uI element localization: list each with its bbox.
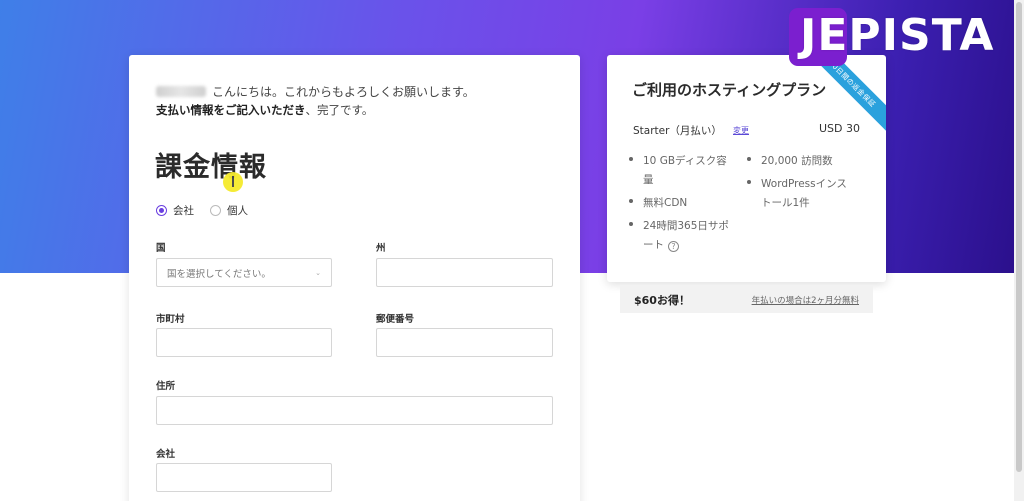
- logo: JEPISTA: [800, 10, 995, 61]
- country-label: 国: [156, 243, 166, 254]
- country-select[interactable]: 国を選択してください。 ⌄: [156, 258, 332, 287]
- bullet-icon: [629, 222, 633, 226]
- cursor-highlight: [223, 172, 243, 192]
- page-title: 課金情報: [155, 152, 267, 183]
- scrollbar-thumb[interactable]: [1016, 2, 1022, 472]
- instruction-bold: 支払い情報をご記入いただき: [156, 103, 306, 117]
- chevron-down-icon: ⌄: [315, 269, 321, 277]
- plan-name: Starter（月払い）: [633, 125, 722, 137]
- state-input[interactable]: [376, 258, 553, 287]
- plan-title: ご利用のホスティングプラン: [632, 81, 827, 99]
- savings-amount: $60お得！: [634, 293, 690, 307]
- billing-card: こんにちは。これからもよろしくお願いします。 支払い情報をご記入いただき、完了で…: [129, 55, 580, 501]
- feature-cdn: 無料CDN: [629, 194, 687, 213]
- feature-wordpress-line1: WordPressインス: [761, 178, 847, 190]
- info-icon[interactable]: ?: [668, 241, 679, 252]
- greeting-text: こんにちは。これからもよろしくお願いします。: [156, 83, 475, 100]
- address-label: 住所: [156, 381, 176, 392]
- greeting-message: こんにちは。これからもよろしくお願いします。: [212, 85, 475, 99]
- feature-disk-line1: 10 GBディスク容: [643, 155, 727, 167]
- blurred-username: [156, 86, 206, 97]
- bullet-icon: [629, 199, 633, 203]
- bullet-icon: [747, 180, 751, 184]
- radio-individual-label[interactable]: 個人: [227, 203, 248, 218]
- feature-support-line2: ート: [643, 239, 664, 251]
- feature-wordpress-line2: トール1件: [761, 197, 810, 209]
- state-label: 州: [376, 243, 386, 254]
- company-input[interactable]: [156, 463, 332, 492]
- bullet-icon: [629, 157, 633, 161]
- radio-company[interactable]: [156, 205, 167, 216]
- radio-individual[interactable]: [210, 205, 221, 216]
- hosting-plan-card: ご利用のホスティングプラン 30日間の返金保証 Starter（月払い） 変更 …: [607, 55, 886, 282]
- feature-support-line1: 24時間365日サポ: [643, 220, 729, 232]
- address-input[interactable]: [156, 396, 553, 425]
- scrollbar[interactable]: [1014, 0, 1024, 501]
- savings-bar: $60お得！ 年払いの場合は2ヶ月分無料: [620, 286, 873, 313]
- instruction-text: 支払い情報をご記入いただき、完了です。: [156, 102, 373, 118]
- postal-input[interactable]: [376, 328, 553, 357]
- city-label: 市町村: [156, 314, 185, 325]
- company-label: 会社: [156, 449, 176, 460]
- bullet-icon: [747, 157, 751, 161]
- change-plan-link[interactable]: 変更: [733, 125, 749, 136]
- account-type-radio-group: 会社 個人: [156, 203, 264, 218]
- feature-wordpress: WordPressインス トール1件: [747, 175, 847, 213]
- feature-visits-line1: 20,000 訪問数: [761, 155, 833, 167]
- radio-company-label[interactable]: 会社: [173, 203, 194, 218]
- feature-visits: 20,000 訪問数: [747, 152, 833, 171]
- feature-disk: 10 GBディスク容 量: [629, 152, 727, 190]
- instruction-rest: 、完了です。: [305, 103, 374, 117]
- plan-price: USD 30: [819, 122, 860, 135]
- postal-label: 郵便番号: [376, 314, 415, 325]
- feature-disk-line2: 量: [643, 174, 654, 186]
- feature-cdn-line1: 無料CDN: [643, 197, 688, 209]
- city-input[interactable]: [156, 328, 332, 357]
- annual-discount-link[interactable]: 年払いの場合は2ヶ月分無料: [752, 294, 859, 306]
- feature-support: 24時間365日サポ ート?: [629, 217, 729, 255]
- country-select-placeholder: 国を選択してください。: [167, 268, 271, 280]
